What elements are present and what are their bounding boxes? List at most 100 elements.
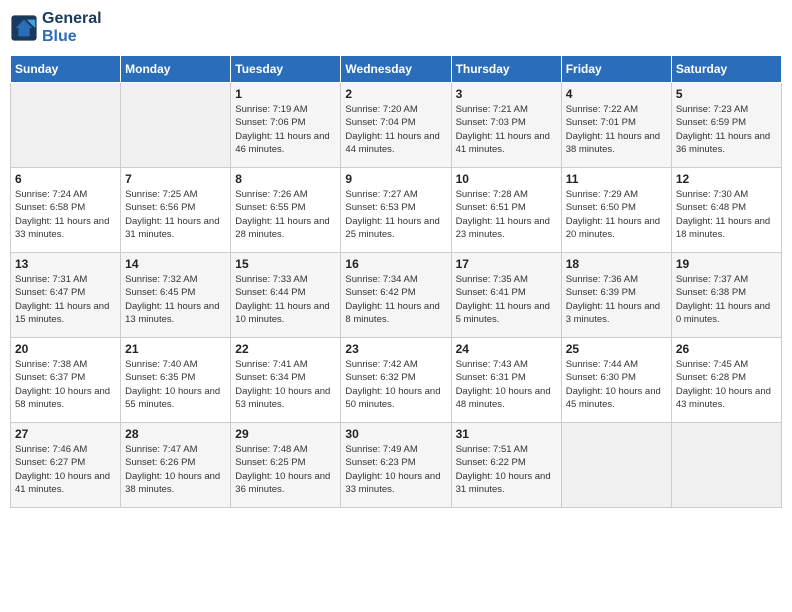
- day-number: 15: [235, 257, 336, 271]
- day-number: 20: [15, 342, 116, 356]
- day-number: 10: [456, 172, 557, 186]
- header-cell-thursday: Thursday: [451, 56, 561, 83]
- day-number: 2: [345, 87, 446, 101]
- day-info: Sunrise: 7:43 AM Sunset: 6:31 PM Dayligh…: [456, 358, 557, 411]
- header-cell-wednesday: Wednesday: [341, 56, 451, 83]
- day-number: 21: [125, 342, 226, 356]
- day-info: Sunrise: 7:44 AM Sunset: 6:30 PM Dayligh…: [566, 358, 667, 411]
- day-info: Sunrise: 7:47 AM Sunset: 6:26 PM Dayligh…: [125, 443, 226, 496]
- day-cell: 17Sunrise: 7:35 AM Sunset: 6:41 PM Dayli…: [451, 253, 561, 338]
- day-number: 7: [125, 172, 226, 186]
- week-row-2: 13 Sunrise: 7:31 AM Sunset: 6:47 PM Dayli…: [11, 253, 782, 338]
- day-cell: 3 Sunrise: 7:21 AM Sunset: 7:03 PM Daylig…: [451, 83, 561, 168]
- day-number: 14: [125, 257, 226, 271]
- day-info: Sunrise: 7:31 AM Sunset: 6:47 PM Dayligh…: [15, 273, 116, 326]
- day-info: Sunrise: 7:25 AM Sunset: 6:56 PM Dayligh…: [125, 188, 226, 241]
- day-cell: 20 Sunrise: 7:38 AM Sunset: 6:37 PM Dayli…: [11, 338, 121, 423]
- day-cell: 4 Sunrise: 7:22 AM Sunset: 7:01 PM Daylig…: [561, 83, 671, 168]
- day-info: Sunrise: 7:28 AM Sunset: 6:51 PM Dayligh…: [456, 188, 557, 241]
- day-cell: 25 Sunrise: 7:44 AM Sunset: 6:30 PM Dayli…: [561, 338, 671, 423]
- day-info: Sunrise: 7:32 AM Sunset: 6:45 PM Dayligh…: [125, 273, 226, 326]
- day-number: 9: [345, 172, 446, 186]
- day-info: Sunrise: 7:45 AM Sunset: 6:28 PM Dayligh…: [676, 358, 777, 411]
- day-cell: 27Sunrise: 7:46 AM Sunset: 6:27 PM Dayli…: [11, 423, 121, 508]
- header-cell-monday: Monday: [121, 56, 231, 83]
- day-number: 18: [566, 257, 667, 271]
- header-cell-saturday: Saturday: [671, 56, 781, 83]
- day-cell: 30 Sunrise: 7:49 AM Sunset: 6:23 PM Dayli…: [341, 423, 451, 508]
- day-cell: 15 Sunrise: 7:33 AM Sunset: 6:44 PM Dayli…: [231, 253, 341, 338]
- day-info: Sunrise: 7:29 AM Sunset: 6:50 PM Dayligh…: [566, 188, 667, 241]
- day-cell: 26 Sunrise: 7:45 AM Sunset: 6:28 PM Dayli…: [671, 338, 781, 423]
- day-number: 13: [15, 257, 116, 271]
- day-number: 12: [676, 172, 777, 186]
- calendar-header: SundayMondayTuesdayWednesdayThursdayFrid…: [11, 56, 782, 83]
- day-info: Sunrise: 7:30 AM Sunset: 6:48 PM Dayligh…: [676, 188, 777, 241]
- day-info: Sunrise: 7:49 AM Sunset: 6:23 PM Dayligh…: [345, 443, 446, 496]
- day-info: Sunrise: 7:36 AM Sunset: 6:39 PM Dayligh…: [566, 273, 667, 326]
- day-number: 22: [235, 342, 336, 356]
- day-info: Sunrise: 7:26 AM Sunset: 6:55 PM Dayligh…: [235, 188, 336, 241]
- day-info: Sunrise: 7:40 AM Sunset: 6:35 PM Dayligh…: [125, 358, 226, 411]
- day-cell: 7 Sunrise: 7:25 AM Sunset: 6:56 PM Daylig…: [121, 168, 231, 253]
- day-number: 1: [235, 87, 336, 101]
- day-cell: 21 Sunrise: 7:40 AM Sunset: 6:35 PM Dayli…: [121, 338, 231, 423]
- logo-icon: [10, 14, 38, 42]
- day-number: 27: [15, 427, 116, 441]
- day-number: 31: [456, 427, 557, 441]
- day-cell: [11, 83, 121, 168]
- week-row-4: 27Sunrise: 7:46 AM Sunset: 6:27 PM Dayli…: [11, 423, 782, 508]
- day-info: Sunrise: 7:35 AM Sunset: 6:41 PM Dayligh…: [456, 273, 557, 326]
- day-cell: 2 Sunrise: 7:20 AM Sunset: 7:04 PM Daylig…: [341, 83, 451, 168]
- day-cell: 12 Sunrise: 7:30 AM Sunset: 6:48 PM Dayli…: [671, 168, 781, 253]
- day-number: 25: [566, 342, 667, 356]
- week-row-1: 6Sunrise: 7:24 AM Sunset: 6:58 PM Daylig…: [11, 168, 782, 253]
- day-cell: 29Sunrise: 7:48 AM Sunset: 6:25 PM Dayli…: [231, 423, 341, 508]
- day-cell: [121, 83, 231, 168]
- header: General Blue: [10, 10, 782, 45]
- day-number: 30: [345, 427, 446, 441]
- day-cell: 6Sunrise: 7:24 AM Sunset: 6:58 PM Daylig…: [11, 168, 121, 253]
- day-info: Sunrise: 7:41 AM Sunset: 6:34 PM Dayligh…: [235, 358, 336, 411]
- day-number: 5: [676, 87, 777, 101]
- day-cell: 18 Sunrise: 7:36 AM Sunset: 6:39 PM Dayli…: [561, 253, 671, 338]
- day-number: 23: [345, 342, 446, 356]
- calendar-table: SundayMondayTuesdayWednesdayThursdayFrid…: [10, 55, 782, 508]
- day-info: Sunrise: 7:38 AM Sunset: 6:37 PM Dayligh…: [15, 358, 116, 411]
- day-cell: 23Sunrise: 7:42 AM Sunset: 6:32 PM Dayli…: [341, 338, 451, 423]
- day-info: Sunrise: 7:33 AM Sunset: 6:44 PM Dayligh…: [235, 273, 336, 326]
- day-cell: 8 Sunrise: 7:26 AM Sunset: 6:55 PM Daylig…: [231, 168, 341, 253]
- day-info: Sunrise: 7:22 AM Sunset: 7:01 PM Dayligh…: [566, 103, 667, 156]
- header-cell-tuesday: Tuesday: [231, 56, 341, 83]
- day-info: Sunrise: 7:23 AM Sunset: 6:59 PM Dayligh…: [676, 103, 777, 156]
- day-cell: [561, 423, 671, 508]
- day-number: 8: [235, 172, 336, 186]
- day-info: Sunrise: 7:21 AM Sunset: 7:03 PM Dayligh…: [456, 103, 557, 156]
- week-row-3: 20 Sunrise: 7:38 AM Sunset: 6:37 PM Dayli…: [11, 338, 782, 423]
- calendar-body: 1Sunrise: 7:19 AM Sunset: 7:06 PM Daylig…: [11, 83, 782, 508]
- day-cell: 14 Sunrise: 7:32 AM Sunset: 6:45 PM Dayli…: [121, 253, 231, 338]
- header-cell-sunday: Sunday: [11, 56, 121, 83]
- header-row: SundayMondayTuesdayWednesdayThursdayFrid…: [11, 56, 782, 83]
- day-info: Sunrise: 7:27 AM Sunset: 6:53 PM Dayligh…: [345, 188, 446, 241]
- day-info: Sunrise: 7:24 AM Sunset: 6:58 PM Dayligh…: [15, 188, 116, 241]
- day-cell: 19Sunrise: 7:37 AM Sunset: 6:38 PM Dayli…: [671, 253, 781, 338]
- day-cell: [671, 423, 781, 508]
- day-number: 4: [566, 87, 667, 101]
- day-number: 29: [235, 427, 336, 441]
- day-info: Sunrise: 7:20 AM Sunset: 7:04 PM Dayligh…: [345, 103, 446, 156]
- day-cell: 31 Sunrise: 7:51 AM Sunset: 6:22 PM Dayli…: [451, 423, 561, 508]
- day-info: Sunrise: 7:34 AM Sunset: 6:42 PM Dayligh…: [345, 273, 446, 326]
- day-cell: 1Sunrise: 7:19 AM Sunset: 7:06 PM Daylig…: [231, 83, 341, 168]
- day-number: 26: [676, 342, 777, 356]
- day-cell: 11Sunrise: 7:29 AM Sunset: 6:50 PM Dayli…: [561, 168, 671, 253]
- logo: General Blue: [10, 10, 102, 45]
- day-info: Sunrise: 7:51 AM Sunset: 6:22 PM Dayligh…: [456, 443, 557, 496]
- day-cell: 13 Sunrise: 7:31 AM Sunset: 6:47 PM Dayli…: [11, 253, 121, 338]
- day-number: 19: [676, 257, 777, 271]
- day-cell: 16 Sunrise: 7:34 AM Sunset: 6:42 PM Dayli…: [341, 253, 451, 338]
- day-cell: 28Sunrise: 7:47 AM Sunset: 6:26 PM Dayli…: [121, 423, 231, 508]
- day-number: 16: [345, 257, 446, 271]
- day-cell: 22 Sunrise: 7:41 AM Sunset: 6:34 PM Dayli…: [231, 338, 341, 423]
- day-number: 3: [456, 87, 557, 101]
